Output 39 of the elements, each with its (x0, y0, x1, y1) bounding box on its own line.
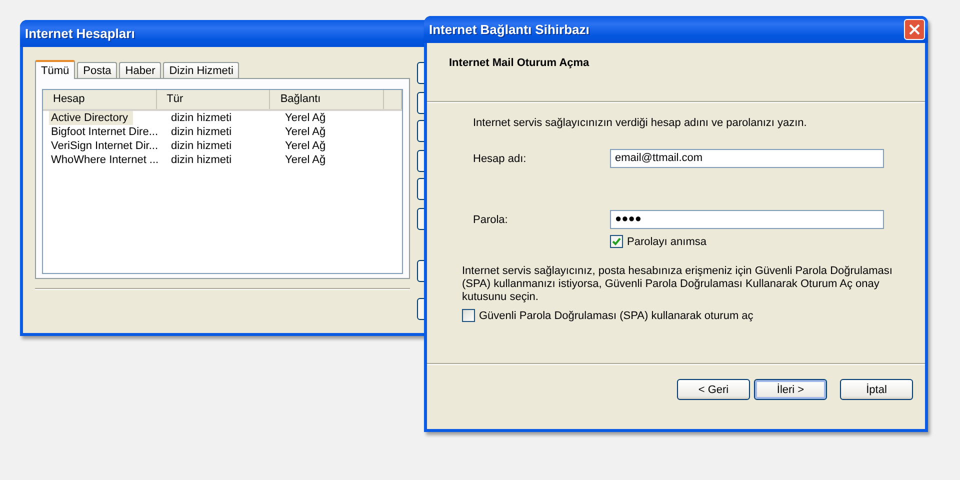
table-cell-text: Yerel Ağ (284, 139, 327, 153)
checkbox-label[interactable]: Parolayı anımsa (627, 236, 706, 248)
page-heading: Internet Mail Oturum Açma (449, 57, 590, 69)
input-field[interactable]: email@ttmail.com (610, 149, 884, 168)
table-cell-text: Yerel Ağ (284, 111, 327, 125)
column-header[interactable]: Hesap (43, 90, 157, 109)
field-label: Parola: (473, 214, 509, 226)
field-value: ●●●● (615, 213, 642, 225)
tab[interactable]: Dizin Hizmeti (163, 62, 240, 78)
table-cell-text: Yerel Ağ (284, 153, 327, 167)
wizard-button[interactable]: İleri > (754, 379, 827, 400)
table-cell-text: dizin hizmeti (170, 125, 233, 139)
close-button[interactable] (904, 19, 925, 40)
field-label: Hesap adı: (473, 152, 528, 164)
table-cell[interactable]: VeriSign Internet Dir... (49, 139, 160, 153)
checkbox[interactable] (462, 309, 475, 322)
wizard-button[interactable]: İptal (840, 379, 913, 400)
table-cell-text: dizin hizmeti (170, 153, 233, 167)
wizard-button[interactable]: < Geri (677, 379, 750, 400)
column-header[interactable]: Bağlantı (270, 90, 384, 109)
window-title: Internet Hesapları (25, 26, 135, 41)
table-cell-text: dizin hizmeti (170, 111, 233, 125)
field-value: email@ttmail.com (615, 152, 703, 164)
checkbox-label[interactable]: Güvenli Parola Doğrulaması (SPA) kullanarak oturum aç (479, 310, 754, 322)
input-field[interactable]: ●●●● (610, 210, 884, 229)
instruction-text: Internet servis sağlayıcınızın verdiği hesap adını ve parolanızı yazın. (473, 117, 807, 129)
note-text: Internet servis sağlayıcınız, posta hesabınıza erişmeniz için Güvenli Parola Doğrulaması (SPA) kullanmanızı istiyorsa, Güvenli Parola Doğrulaması Kullanarak Oturum Aç onay kutusunu seçin. (462, 265, 894, 304)
window-title: Internet Bağlantı Sihirbazı (429, 22, 590, 37)
table-cell[interactable]: WhoWhere Internet ... (49, 153, 161, 167)
tab[interactable]: Haber (119, 62, 162, 78)
table-cell[interactable]: Active Directory (49, 111, 133, 125)
column-header[interactable]: Tür (156, 90, 270, 109)
table-cell-text: Yerel Ağ (284, 125, 327, 139)
table-cell-text: dizin hizmeti (170, 139, 233, 153)
table-cell[interactable]: Bigfoot Internet Dire... (49, 125, 160, 139)
close-icon (909, 24, 920, 35)
checkbox[interactable] (610, 235, 623, 248)
tab[interactable]: Tümü (35, 60, 76, 79)
tab[interactable]: Posta (77, 62, 118, 78)
